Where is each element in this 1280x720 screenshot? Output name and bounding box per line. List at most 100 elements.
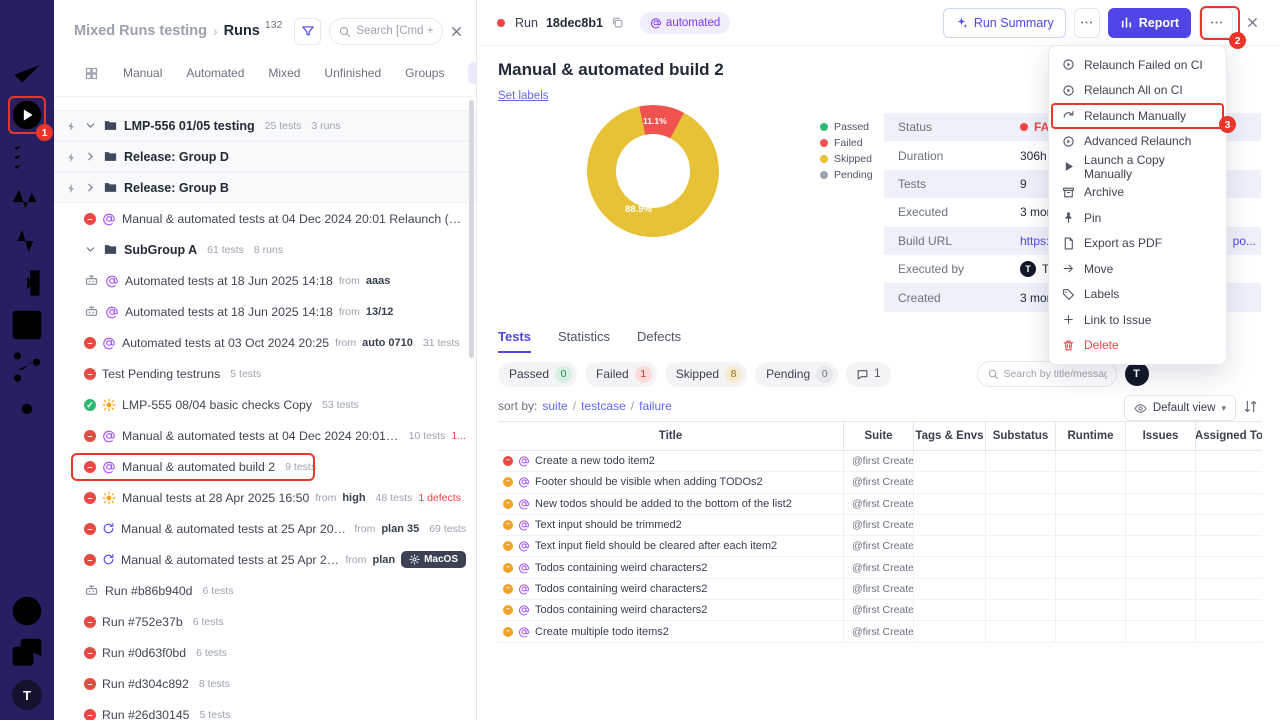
group-row[interactable]: SubGroup A61 tests8 runs bbox=[54, 234, 476, 265]
run-row[interactable]: Automated tests at 18 Jun 2025 14:18from… bbox=[54, 265, 476, 296]
menu-item-delete[interactable]: Delete bbox=[1049, 333, 1226, 359]
menu-item-move[interactable]: Move bbox=[1049, 256, 1226, 282]
run-row[interactable]: –Run #0d63f0bd6 tests bbox=[54, 637, 476, 668]
menu-item-relaunch-all-on-ci[interactable]: Relaunch All on CI bbox=[1049, 78, 1226, 104]
menu-item-advanced-relaunch[interactable]: Advanced Relaunch bbox=[1049, 129, 1226, 155]
column-header-title[interactable]: Title bbox=[498, 422, 843, 450]
runs-tab-manual[interactable]: Manual bbox=[123, 66, 162, 80]
sort-link-failure[interactable]: failure bbox=[639, 399, 672, 413]
more-options-button-2[interactable] bbox=[1199, 8, 1233, 38]
column-header-issues[interactable]: Issues bbox=[1125, 422, 1195, 450]
tab-statistics[interactable]: Statistics bbox=[558, 329, 610, 353]
menu-item-pin[interactable]: Pin bbox=[1049, 205, 1226, 231]
filter-skipped[interactable]: Skipped8 bbox=[665, 362, 747, 387]
filter-failed[interactable]: Failed1 bbox=[585, 362, 657, 387]
run-row[interactable]: –Manual & automated tests at 25 Apr 2025… bbox=[54, 544, 476, 575]
sort-link-testcase[interactable]: testcase bbox=[581, 399, 626, 413]
run-row[interactable]: –Manual tests at 28 Apr 2025 16:50fromhi… bbox=[54, 482, 476, 513]
menu-item-export-as-pdf[interactable]: Export as PDF bbox=[1049, 231, 1226, 257]
branches-icon[interactable] bbox=[8, 348, 46, 386]
run-row[interactable]: –Manual & automated build 29 tests bbox=[54, 451, 476, 482]
settings-icon[interactable] bbox=[8, 390, 46, 428]
user-avatar[interactable]: T bbox=[12, 680, 42, 710]
grid-view-icon[interactable] bbox=[84, 66, 99, 81]
runs-tab-to[interactable]: To bbox=[468, 62, 476, 84]
runs-tab-groups[interactable]: Groups bbox=[405, 66, 444, 80]
run-row[interactable]: –Test Pending testruns5 tests bbox=[54, 358, 476, 389]
test-row[interactable]: –Text input should be trimmed2@first Cre… bbox=[498, 515, 1262, 536]
report-button[interactable]: Report bbox=[1108, 8, 1191, 38]
column-header-suite[interactable]: Suite bbox=[843, 422, 913, 450]
column-header-assigned-to[interactable]: Assigned To bbox=[1195, 422, 1262, 450]
assignee-avatar[interactable]: T bbox=[1125, 362, 1149, 386]
tests-search-input[interactable] bbox=[1004, 368, 1107, 380]
menu-icon[interactable] bbox=[8, 8, 46, 46]
test-title-cell: –Text input should be trimmed2 bbox=[498, 515, 843, 535]
view-selector[interactable]: Default view ▾ bbox=[1124, 395, 1236, 421]
breadcrumb-project[interactable]: Mixed Runs testing bbox=[74, 23, 207, 39]
filter-pending[interactable]: Pending0 bbox=[755, 362, 838, 387]
run-row[interactable]: –Run #26d301455 tests bbox=[54, 699, 476, 720]
projects-icon[interactable] bbox=[8, 634, 46, 672]
run-row[interactable]: ✓LMP-555 08/04 basic checks Copy53 tests bbox=[54, 389, 476, 420]
more-options-button-1[interactable] bbox=[1074, 8, 1100, 38]
tab-tests[interactable]: Tests bbox=[498, 329, 531, 353]
help-icon[interactable] bbox=[8, 592, 46, 630]
panel-scrollbar[interactable] bbox=[469, 100, 474, 358]
runs-search-input[interactable] bbox=[356, 25, 434, 37]
test-row[interactable]: –Text input field should be cleared afte… bbox=[498, 536, 1262, 557]
test-row[interactable]: –Footer should be visible when adding TO… bbox=[498, 472, 1262, 493]
menu-item-relaunch-failed-on-ci[interactable]: Relaunch Failed on CI bbox=[1049, 52, 1226, 78]
runs-tab-unfinished[interactable]: Unfinished bbox=[324, 66, 381, 80]
run-row[interactable]: Run #b86b940d6 tests bbox=[54, 575, 476, 606]
runtime-cell bbox=[1055, 472, 1125, 492]
menu-item-launch-a-copy-manually[interactable]: Launch a Copy Manually bbox=[1049, 154, 1226, 180]
run-row[interactable]: –Automated tests at 03 Oct 2024 20:25fro… bbox=[54, 327, 476, 358]
column-header-substatus[interactable]: Substatus bbox=[985, 422, 1055, 450]
tests-count: 69 tests bbox=[429, 523, 466, 535]
run-row[interactable]: –Manual & automated tests at 04 Dec 2024… bbox=[54, 203, 476, 234]
reports-icon[interactable] bbox=[8, 306, 46, 344]
checks-icon[interactable] bbox=[8, 54, 46, 92]
run-summary-button[interactable]: Run Summary bbox=[943, 8, 1066, 38]
group-row[interactable]: Release: Group B bbox=[54, 172, 476, 203]
detail-value-suffix[interactable]: po... bbox=[1233, 234, 1256, 248]
column-header-runtime[interactable]: Runtime bbox=[1055, 422, 1125, 450]
copy-icon[interactable] bbox=[611, 16, 624, 29]
close-panel-icon[interactable] bbox=[449, 24, 464, 39]
filter-passed[interactable]: Passed0 bbox=[498, 362, 577, 387]
test-row[interactable]: –New todos should be added to the bottom… bbox=[498, 494, 1262, 515]
runs-tab-automated[interactable]: Automated bbox=[186, 66, 244, 80]
menu-item-relaunch-manually[interactable]: Relaunch Manually bbox=[1049, 103, 1226, 129]
automated-badge[interactable]: automated bbox=[640, 12, 730, 34]
tab-defects[interactable]: Defects bbox=[637, 329, 681, 353]
runs-tab-mixed[interactable]: Mixed bbox=[268, 66, 300, 80]
set-labels-link[interactable]: Set labels bbox=[498, 90, 549, 102]
run-row[interactable]: Automated tests at 18 Jun 2025 14:18from… bbox=[54, 296, 476, 327]
test-row[interactable]: –Todos containing weird characters2@firs… bbox=[498, 600, 1262, 621]
test-row[interactable]: –Todos containing weird characters2@firs… bbox=[498, 579, 1262, 600]
group-row[interactable]: Release: Group D bbox=[54, 141, 476, 172]
column-header-tags-envs[interactable]: Tags & Envs bbox=[913, 422, 985, 450]
test-row[interactable]: –Todos containing weird characters2@firs… bbox=[498, 557, 1262, 578]
run-row[interactable]: –Run #d304c8928 tests bbox=[54, 668, 476, 699]
run-row[interactable]: –Manual & automated tests at 25 Apr 2025… bbox=[54, 513, 476, 544]
runs-search[interactable] bbox=[329, 18, 443, 45]
analytics-icon[interactable] bbox=[8, 222, 46, 260]
group-row[interactable]: LMP-556 01/05 testing25 tests3 runs bbox=[54, 110, 476, 141]
test-row[interactable]: –Create multiple todo items2@first Creat… bbox=[498, 621, 1262, 642]
run-row[interactable]: –Manual & automated tests at 04 Dec 2024… bbox=[54, 420, 476, 451]
close-run-icon[interactable] bbox=[1245, 15, 1260, 30]
pulse-icon[interactable] bbox=[8, 180, 46, 218]
sort-link-suite[interactable]: suite bbox=[542, 399, 567, 413]
test-cases-icon[interactable] bbox=[8, 138, 46, 176]
menu-item-archive[interactable]: Archive bbox=[1049, 180, 1226, 206]
run-row[interactable]: –Run #752e37b6 tests bbox=[54, 606, 476, 637]
import-icon[interactable] bbox=[8, 264, 46, 302]
filter-button[interactable] bbox=[294, 18, 321, 45]
test-row[interactable]: –Create a new todo item2@first Create ..… bbox=[498, 451, 1262, 472]
menu-item-link-to-issue[interactable]: Link to Issue bbox=[1049, 307, 1226, 333]
sort-order-icon[interactable] bbox=[1243, 399, 1258, 414]
comments-filter[interactable]: 1 bbox=[846, 362, 890, 387]
menu-item-labels[interactable]: Labels bbox=[1049, 282, 1226, 308]
